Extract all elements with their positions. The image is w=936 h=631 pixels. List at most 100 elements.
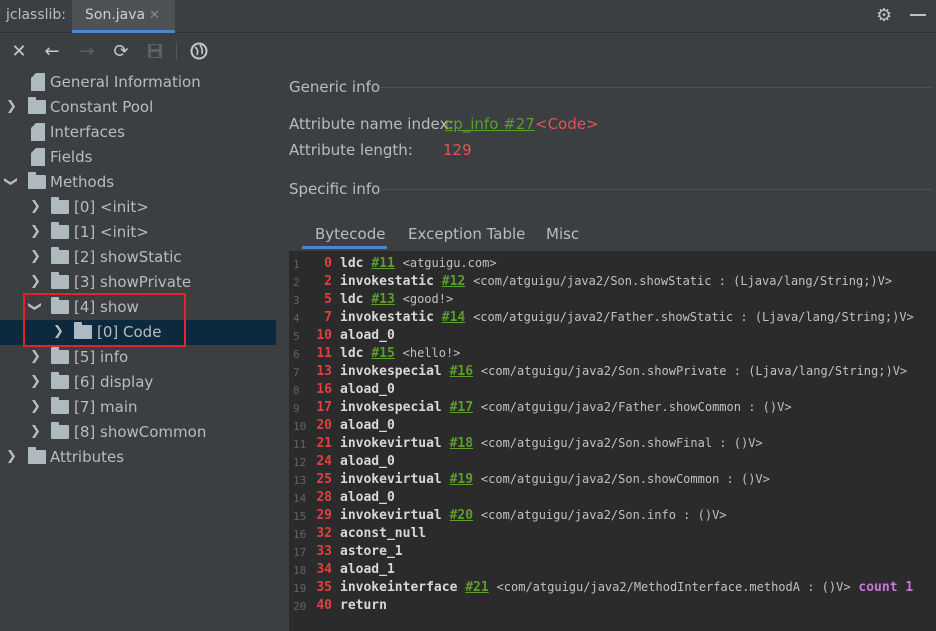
tree-node-method-7[interactable]: ❯ [7] main [0,395,276,420]
chevron-right-icon[interactable]: ❯ [30,424,41,439]
tree-node-methods[interactable]: ❯ Methods [0,170,276,195]
close-tab-icon[interactable]: ✕ [149,8,160,23]
bytecode-instruction: aload_0 [340,454,395,469]
tree-node-general-information[interactable]: General Information [0,70,276,95]
chevron-right-icon[interactable]: ❯ [30,224,41,239]
tree-node-method-8[interactable]: ❯ [8] showCommon [0,420,276,445]
cp-info-link[interactable]: cp_info #27 [445,115,535,133]
folder-icon [51,372,69,389]
chevron-down-icon[interactable]: ❯ [3,176,18,187]
forward-icon[interactable]: → [76,40,98,62]
bytecode-offset: 28 [316,490,332,505]
tree-node-attributes[interactable]: ❯ Attributes [0,445,276,470]
refresh-icon[interactable]: ⟳ [110,40,132,62]
attribute-length-value: 129 [443,141,472,159]
bytecode-instruction: ldc #15 <hello!> [340,346,460,361]
chevron-right-icon[interactable]: ❯ [30,374,41,389]
folder-icon [51,397,69,414]
bytecode-instruction: invokespecial #17 <com/atguigu/java2/Fat… [340,400,792,415]
chevron-right-icon[interactable]: ❯ [30,349,41,364]
instruction-comment: <com/atguigu/java2/Son.info : ()V> [480,508,727,522]
tree-node-method-3[interactable]: ❯ [3] showPrivate [0,270,276,295]
constant-pool-ref-link[interactable]: #19 [450,472,473,487]
detail-pane: Generic info Attribute name index: cp_in… [276,70,936,631]
constant-pool-ref-link[interactable]: #13 [371,292,394,307]
constant-pool-ref-link[interactable]: #20 [450,508,473,523]
bytecode-instruction: aload_0 [340,328,395,343]
tab-exception-table[interactable]: Exception Table [408,225,525,243]
toolbar: ✕ ← → ⟳ [0,34,936,68]
constant-pool-ref-link[interactable]: #15 [371,346,394,361]
tree-node-method-2[interactable]: ❯ [2] showStatic [0,245,276,270]
tab-misc[interactable]: Misc [546,225,579,243]
close-icon[interactable]: ✕ [8,40,30,62]
constant-pool-ref-link[interactable]: #12 [442,274,465,289]
tree-node-method-1[interactable]: ❯ [1] <init> [0,220,276,245]
tree-node-interfaces[interactable]: Interfaces [0,120,276,145]
tree-node-method-6[interactable]: ❯ [6] display [0,370,276,395]
app-label: jclasslib: [6,7,67,23]
bytecode-view[interactable]: 1 0 ldc #11 <atguigu.com> 2 2 invokestatic #1… [289,251,936,631]
bytecode-instruction: invokestatic #12 <com/atguigu/java2/Son.… [340,274,892,289]
constant-pool-ref-link[interactable]: #11 [371,256,394,271]
specific-info-heading: Specific info [289,180,381,198]
opcode: aload_0 [340,490,395,505]
bytecode-instruction: aload_1 [340,562,395,577]
chevron-right-icon[interactable]: ❯ [30,399,41,414]
tab-bytecode[interactable]: Bytecode [315,225,385,243]
save-icon[interactable] [144,40,166,62]
bytecode-offset: 33 [316,544,332,559]
bytecode-line: 1 0 ldc #11 <atguigu.com> [289,255,936,273]
divider [382,189,932,190]
bytecode-line: 12 24 aload_0 [289,453,936,471]
bytecode-offset: 11 [316,346,332,361]
folder-icon [51,197,69,214]
opcode: aload_0 [340,454,395,469]
file-icon [31,123,45,141]
constant-pool-ref-link[interactable]: #14 [442,310,465,325]
bytecode-offset: 0 [324,256,332,271]
instruction-comment: <com/atguigu/java2/Son.showFinal : ()V> [480,436,763,450]
chevron-right-icon[interactable]: ❯ [6,99,17,114]
constant-pool-ref-link[interactable]: #16 [450,364,473,379]
tree-node-label: Interfaces [50,123,125,141]
attribute-length-label: Attribute length: [289,141,413,159]
back-icon[interactable]: ← [41,40,63,62]
bytecode-line: 7 13 invokespecial #16 <com/atguigu/java2/… [289,363,936,381]
tree-node-fields[interactable]: Fields [0,145,276,170]
bytecode-line: 4 7 invokestatic #14 <com/atguigu/java2/Fa… [289,309,936,327]
tree-node-method-0[interactable]: ❯ [0] <init> [0,195,276,220]
instruction-comment: <com/atguigu/java2/MethodInterface.metho… [496,580,851,594]
tree-node-constant-pool[interactable]: ❯ Constant Pool [0,95,276,120]
opcode: invokestatic [340,274,434,289]
tab-son-java[interactable]: Son.java ✕ [72,0,175,33]
minimize-icon[interactable] [910,14,926,16]
constant-pool-ref-link[interactable]: #18 [450,436,473,451]
opcode: aload_0 [340,382,395,397]
opcode: aconst_null [340,526,427,541]
tree-node-label: Fields [50,148,93,166]
chevron-right-icon[interactable]: ❯ [30,249,41,264]
instruction-comment: <atguigu.com> [402,256,497,270]
bytecode-offset: 25 [316,472,332,487]
chevron-right-icon[interactable]: ❯ [6,449,17,464]
attribute-name-index-label: Attribute name index: [289,115,454,133]
tree-node-method-5[interactable]: ❯ [5] info [0,345,276,370]
bytecode-line: 3 5 ldc #13 <good!> [289,291,936,309]
bytecode-offset: 13 [316,364,332,379]
opcode: ldc [340,256,364,271]
chevron-right-icon[interactable]: ❯ [30,274,41,289]
bytecode-line: 15 29 invokevirtual #20 <com/atguigu/java2… [289,507,936,525]
bytecode-instruction: invokestatic #14 <com/atguigu/java2/Fath… [340,310,914,325]
web-icon[interactable] [188,40,210,62]
tree-node-label: General Information [50,73,201,91]
gear-icon[interactable]: ⚙ [876,5,892,26]
bytecode-line: 13 25 invokevirtual #19 <com/atguigu/java2… [289,471,936,489]
chevron-right-icon[interactable]: ❯ [30,199,41,214]
bytecode-offset: 21 [316,436,332,451]
constant-pool-ref-link[interactable]: #21 [465,580,488,595]
constant-pool-ref-link[interactable]: #17 [450,400,473,415]
opcode: ldc [340,346,364,361]
bytecode-offset: 2 [324,274,332,289]
bytecode-instruction: aload_0 [340,490,395,505]
